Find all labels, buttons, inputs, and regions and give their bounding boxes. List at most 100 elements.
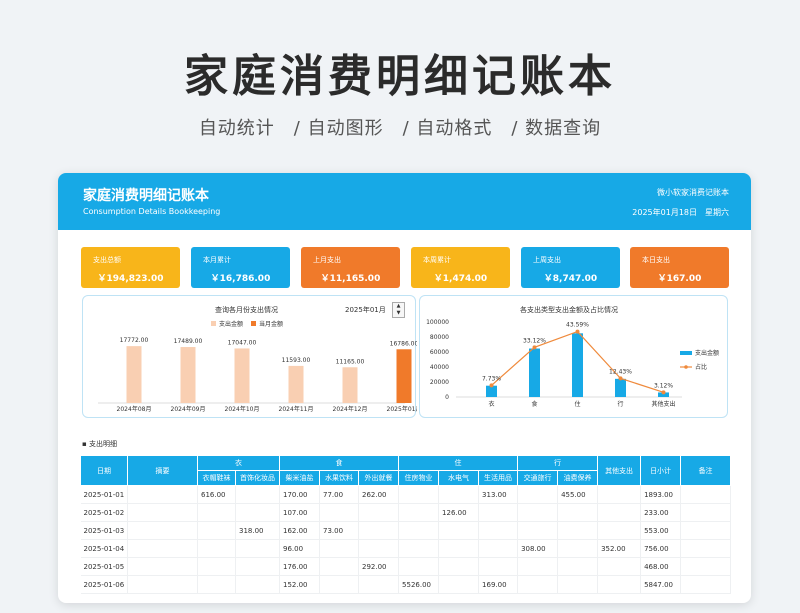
col-note: 备注	[680, 455, 732, 486]
table-cell[interactable]	[398, 503, 440, 522]
table-cell[interactable]	[319, 557, 359, 576]
table-cell[interactable]	[478, 539, 519, 558]
table-cell[interactable]	[438, 575, 480, 594]
table-cell[interactable]	[358, 503, 400, 522]
table-cell[interactable]: 1893.00	[640, 485, 682, 504]
table-cell[interactable]	[438, 521, 480, 540]
table-cell[interactable]	[438, 557, 480, 576]
table-cell[interactable]	[680, 521, 732, 540]
table-cell[interactable]: 756.00	[640, 539, 682, 558]
table-cell[interactable]: 468.00	[640, 557, 682, 576]
table-cell[interactable]	[597, 575, 642, 594]
table-cell[interactable]	[358, 539, 400, 558]
table-cell[interactable]: 126.00	[438, 503, 480, 522]
table-cell[interactable]	[680, 503, 732, 522]
table-cell[interactable]: 616.00	[197, 485, 236, 504]
table-cell[interactable]	[517, 557, 559, 576]
table-cell[interactable]: 5847.00	[640, 575, 682, 594]
table-cell[interactable]	[127, 575, 198, 594]
table-cell[interactable]: 292.00	[358, 557, 400, 576]
table-cell[interactable]	[398, 485, 440, 504]
table-cell[interactable]	[438, 485, 480, 504]
table-cell[interactable]: 352.00	[597, 539, 642, 558]
table-cell[interactable]	[127, 521, 198, 540]
sub-col: 水果饮料	[319, 470, 359, 486]
table-cell[interactable]	[438, 539, 480, 558]
table-cell[interactable]: 176.00	[279, 557, 320, 576]
table-cell[interactable]: 318.00	[235, 521, 280, 540]
table-cell[interactable]	[235, 539, 280, 558]
table-cell[interactable]	[517, 575, 559, 594]
table-cell[interactable]	[235, 575, 280, 594]
table-cell[interactable]: 308.00	[517, 539, 559, 558]
table-cell[interactable]: 162.00	[279, 521, 320, 540]
table-cell[interactable]	[398, 557, 440, 576]
table-cell[interactable]: 73.00	[319, 521, 359, 540]
table-cell[interactable]	[127, 503, 198, 522]
legend-swatch	[251, 321, 256, 326]
table-cell[interactable]: 169.00	[478, 575, 519, 594]
table-cell[interactable]	[478, 521, 519, 540]
table-cell[interactable]	[478, 557, 519, 576]
date-cell[interactable]: 2025-01-03	[80, 521, 128, 540]
table-cell[interactable]: 107.00	[279, 503, 320, 522]
kpi-month: 本月累计 ￥16,786.00	[191, 247, 290, 288]
table-cell[interactable]	[517, 503, 559, 522]
date-cell[interactable]: 2025-01-02	[80, 503, 128, 522]
table-cell[interactable]	[557, 521, 599, 540]
table-cell[interactable]: 5526.00	[398, 575, 440, 594]
banner-brand: 微小软家消费记账本	[657, 188, 729, 197]
table-cell[interactable]	[557, 539, 599, 558]
percent-label: 7.73%	[482, 375, 501, 382]
table-cell[interactable]	[127, 539, 198, 558]
table-cell[interactable]	[597, 521, 642, 540]
table-cell[interactable]	[127, 485, 198, 504]
table-cell[interactable]: 262.00	[358, 485, 400, 504]
table-cell[interactable]	[197, 521, 236, 540]
kpi-last-month: 上月支出 ￥11,165.00	[301, 247, 400, 288]
table-cell[interactable]	[680, 557, 732, 576]
table-cell[interactable]	[235, 557, 280, 576]
table-cell[interactable]	[358, 521, 400, 540]
table-cell[interactable]	[197, 539, 236, 558]
table-cell[interactable]	[358, 575, 400, 594]
table-cell[interactable]	[557, 503, 599, 522]
table-cell[interactable]: 233.00	[640, 503, 682, 522]
table-cell[interactable]	[398, 539, 440, 558]
table-cell[interactable]	[197, 575, 236, 594]
table-cell[interactable]	[478, 503, 519, 522]
table-cell[interactable]	[680, 485, 732, 504]
table-cell[interactable]	[197, 557, 236, 576]
table-cell[interactable]: 553.00	[640, 521, 682, 540]
table-cell[interactable]: 170.00	[279, 485, 320, 504]
table-cell[interactable]	[319, 575, 359, 594]
sub-col: 柴米油盐	[279, 470, 320, 486]
expense-detail-table: 日期 摘要 衣 食 住 行 其他支出 日小计 备注 衣帽鞋袜 首饰化妆品 柴米油…	[80, 455, 732, 594]
table-cell[interactable]	[597, 557, 642, 576]
table-cell[interactable]	[680, 575, 732, 594]
table-cell[interactable]	[557, 557, 599, 576]
table-cell[interactable]	[127, 557, 198, 576]
group-housing: 住	[398, 455, 519, 471]
table-cell[interactable]: 77.00	[319, 485, 359, 504]
table-cell[interactable]	[517, 521, 559, 540]
table-cell[interactable]	[398, 521, 440, 540]
date-cell[interactable]: 2025-01-01	[80, 485, 128, 504]
date-cell[interactable]: 2025-01-06	[80, 575, 128, 594]
table-cell[interactable]	[235, 485, 280, 504]
table-cell[interactable]: 455.00	[557, 485, 599, 504]
table-cell[interactable]	[557, 575, 599, 594]
table-cell[interactable]	[319, 539, 359, 558]
table-cell[interactable]: 152.00	[279, 575, 320, 594]
date-cell[interactable]: 2025-01-04	[80, 539, 128, 558]
table-cell[interactable]	[597, 503, 642, 522]
table-cell[interactable]	[235, 503, 280, 522]
table-cell[interactable]	[597, 485, 642, 504]
table-cell[interactable]	[680, 539, 732, 558]
date-cell[interactable]: 2025-01-05	[80, 557, 128, 576]
table-cell[interactable]	[517, 485, 559, 504]
table-cell[interactable]: 313.00	[478, 485, 519, 504]
table-cell[interactable]: 96.00	[279, 539, 320, 558]
table-cell[interactable]	[197, 503, 236, 522]
table-cell[interactable]	[319, 503, 359, 522]
